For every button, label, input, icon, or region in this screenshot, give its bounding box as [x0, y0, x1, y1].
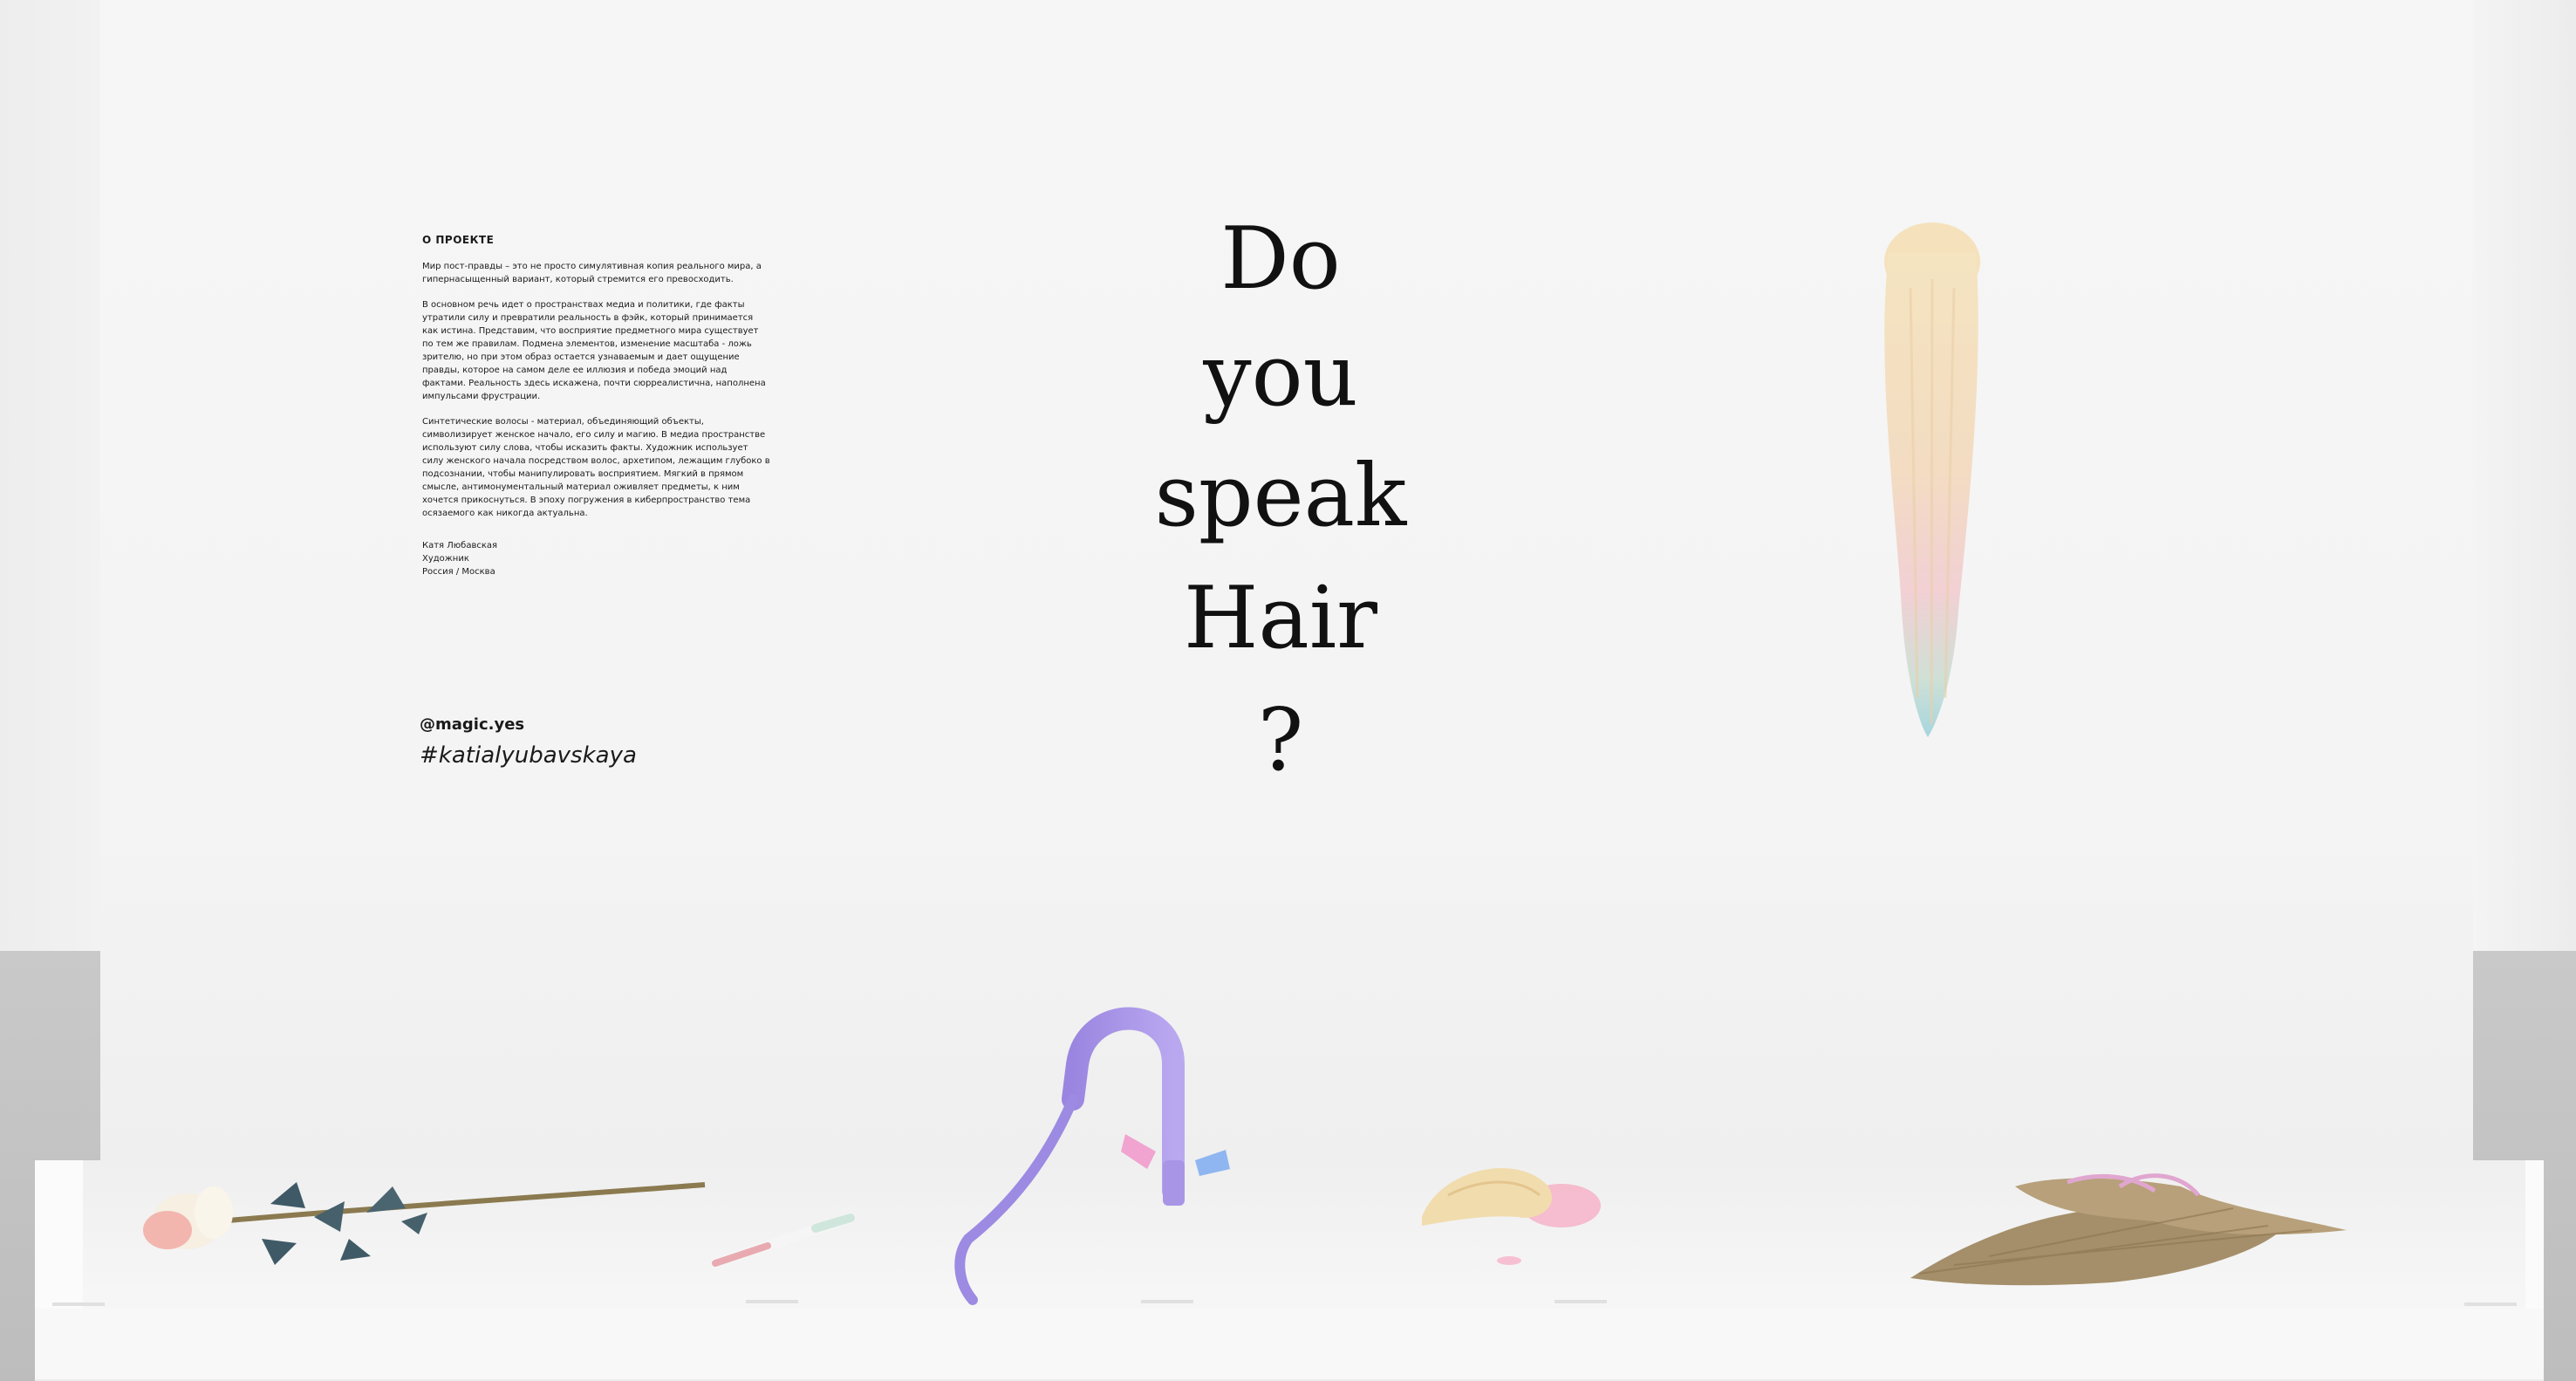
hair-toothbrush: [710, 1213, 856, 1268]
object-label-card: [2464, 1302, 2517, 1306]
artworks-layer: [143, 222, 2347, 1305]
object-label-card: [746, 1300, 798, 1303]
hair-faucet: [954, 1007, 1230, 1305]
hair-rose: [143, 1182, 706, 1265]
pastel-ponytail-wig: [1884, 222, 1980, 737]
wig-with-pink-stain: [1422, 1167, 1601, 1265]
hair-extension-pile: [1910, 1173, 2347, 1286]
object-label-card: [52, 1302, 105, 1306]
object-label-card: [1554, 1300, 1607, 1303]
object-label-card: [1141, 1300, 1193, 1303]
